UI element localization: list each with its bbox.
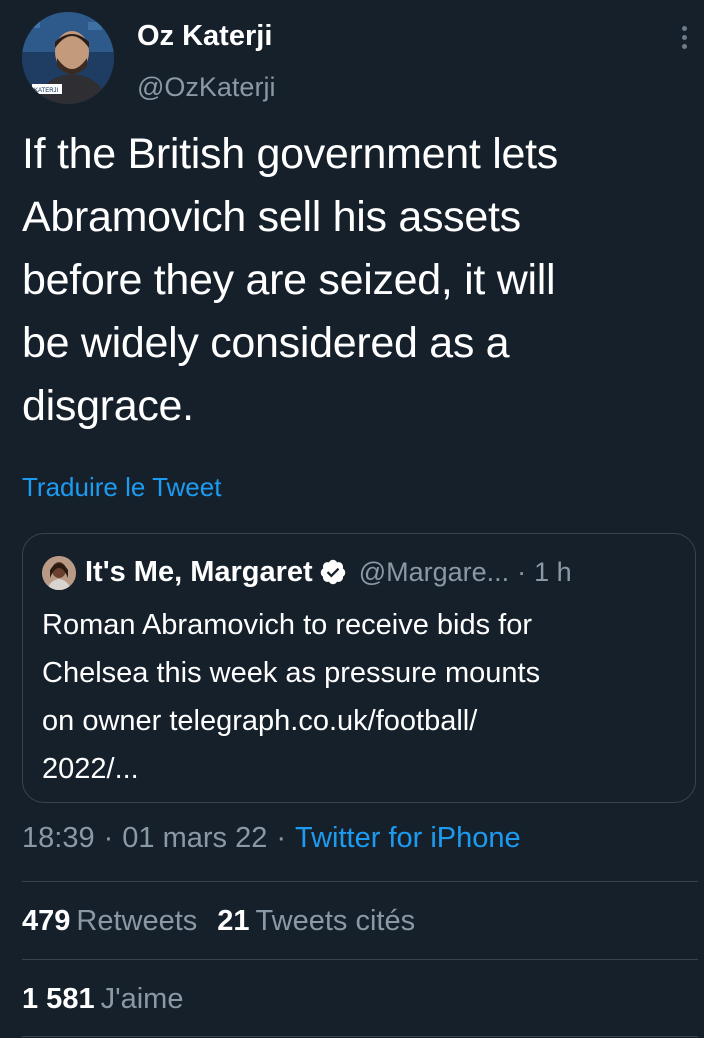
quoted-tweet-text: Roman Abramovich to receive bids for Che… [42, 601, 687, 793]
quoted-text-line: Chelsea this week as pressure mounts [42, 657, 541, 689]
likes-stat[interactable]: 1 581 J'aime [22, 979, 183, 1019]
tweet-detail-page: KATERJI Oz Katerji @OzKaterji If the Bri… [0, 0, 704, 1038]
quoted-author-avatar[interactable] [42, 556, 76, 590]
likes-row: 1 581 J'aime [22, 979, 183, 1019]
tweet-text-line: be widely considered as a [22, 319, 510, 367]
likes-count: 1 581 [22, 983, 95, 1015]
author-avatar[interactable]: KATERJI [22, 12, 114, 104]
engagement-row: 479 Retweets 21 Tweets cités [22, 901, 415, 941]
retweets-count: 479 [22, 905, 71, 937]
divider [22, 1036, 698, 1037]
retweets-label: Retweets [76, 905, 198, 937]
quoted-avatar-image [42, 556, 76, 590]
tweet-text: If the British government lets Abramovic… [22, 123, 702, 438]
verified-badge-icon [320, 559, 345, 585]
quote-tweets-stat[interactable]: 21 Tweets cités [217, 901, 415, 941]
quoted-author-name[interactable]: It's Me, Margaret [85, 556, 313, 589]
tweet-text-line: disgrace. [22, 382, 194, 430]
quote-tweets-label: Tweets cités [255, 905, 416, 937]
quoted-tweet-time[interactable]: 1 h [534, 557, 572, 588]
quoted-text-line: Roman Abramovich to receive bids for [42, 609, 532, 641]
author-display-name[interactable]: Oz Katerji [137, 18, 272, 54]
more-vertical-icon[interactable] [672, 26, 696, 56]
divider [22, 881, 698, 882]
tweet-text-line: before they are seized, it will [22, 256, 556, 304]
meta-separator: · [103, 822, 114, 854]
quoted-tweet-header: It's Me, Margaret @Margare... · 1 h [85, 552, 572, 592]
quoted-text-line: 2022/... [42, 753, 139, 785]
tweet-text-line: Abramovich sell his assets [22, 193, 521, 241]
translate-tweet-link[interactable]: Traduire le Tweet [22, 470, 221, 504]
tweet-text-line: If the British government lets [22, 130, 558, 178]
quoted-author-handle[interactable]: @Margare... [359, 557, 509, 588]
author-avatar-image: KATERJI [22, 12, 114, 104]
quoted-text-line: on owner telegraph.co.uk/football/ [42, 705, 478, 737]
tweet-date[interactable]: 01 mars 22 [122, 822, 267, 854]
avatar-badge-text: KATERJI [34, 88, 59, 94]
likes-label: J'aime [100, 983, 184, 1015]
tweet-meta: 18:39 · 01 mars 22 · Twitter for iPhone [22, 818, 521, 858]
tweet-source-link[interactable]: Twitter for iPhone [295, 822, 521, 854]
author-handle[interactable]: @OzKaterji [137, 70, 275, 104]
divider [22, 959, 698, 960]
meta-separator: · [276, 822, 286, 854]
quoted-tweet-card[interactable]: It's Me, Margaret @Margare... · 1 h Roma… [22, 533, 696, 803]
quote-tweets-count: 21 [217, 905, 250, 937]
quote-separator-dot: · [517, 556, 527, 587]
retweets-stat[interactable]: 479 Retweets [22, 901, 197, 941]
tweet-time[interactable]: 18:39 [22, 822, 95, 854]
